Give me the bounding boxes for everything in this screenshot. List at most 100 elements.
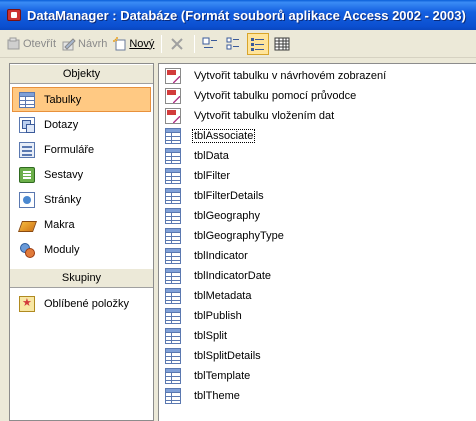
sidebar-item-label: Sestavy bbox=[44, 168, 84, 181]
table-item[interactable]: tblFilter bbox=[165, 167, 231, 185]
list-item-label: tblPublish bbox=[194, 310, 242, 322]
list-item-label: tblTemplate bbox=[194, 370, 251, 382]
open-label: Otevřít bbox=[23, 37, 57, 50]
list-item-label: tblData bbox=[194, 150, 229, 162]
object-groups-pane: Objekty Tabulky Dotazy Formuláře Sestavy… bbox=[9, 63, 154, 421]
new-button[interactable]: Nový bbox=[110, 33, 157, 55]
list-item-label: Vytvořit tabulku pomocí průvodce bbox=[194, 90, 357, 102]
list-item-label: Vytvořit tabulku vložením dat bbox=[194, 110, 335, 122]
new-label: Nový bbox=[129, 37, 155, 50]
design-icon bbox=[62, 37, 76, 51]
table-item[interactable]: tblAssociate bbox=[165, 127, 256, 145]
table-icon bbox=[165, 388, 181, 404]
table-icon bbox=[165, 348, 181, 364]
table-icon bbox=[19, 91, 35, 108]
table-icon bbox=[165, 268, 181, 284]
table-icon bbox=[165, 288, 181, 304]
sidebar-item-reports[interactable]: Sestavy bbox=[10, 162, 153, 187]
small-icons-icon bbox=[226, 37, 240, 49]
list-view-icon bbox=[251, 37, 265, 51]
details-view-button[interactable] bbox=[271, 33, 293, 55]
module-icon bbox=[19, 242, 35, 258]
sidebar-item-label: Formuláře bbox=[44, 143, 95, 156]
page-icon bbox=[19, 191, 35, 208]
sidebar-item-favorites[interactable]: Oblíbené položky bbox=[10, 291, 153, 316]
design-button[interactable]: Návrh bbox=[59, 33, 110, 55]
list-item-label: tblFilter bbox=[194, 170, 231, 182]
query-icon bbox=[19, 116, 35, 133]
delete-icon bbox=[171, 37, 184, 50]
favorites-icon bbox=[19, 295, 35, 312]
table-item[interactable]: tblGeography bbox=[165, 207, 261, 225]
sidebar-item-macros[interactable]: Makra bbox=[10, 212, 153, 237]
sidebar-item-label: Moduly bbox=[44, 243, 80, 256]
sidebar-item-queries[interactable]: Dotazy bbox=[10, 112, 153, 137]
create-table-wizard[interactable]: Vytvořit tabulku pomocí průvodce bbox=[165, 87, 357, 105]
groups-header[interactable]: Skupiny bbox=[10, 268, 153, 288]
table-icon bbox=[165, 308, 181, 324]
table-item[interactable]: tblIndicator bbox=[165, 247, 249, 265]
table-item[interactable]: tblTemplate bbox=[165, 367, 251, 385]
sidebar-item-label: Makra bbox=[44, 218, 75, 231]
list-item-label: tblIndicator bbox=[194, 250, 248, 262]
sidebar-item-label: Tabulky bbox=[44, 93, 82, 106]
list-item-label: tblMetadata bbox=[194, 290, 252, 302]
sidebar-item-label: Oblíbené položky bbox=[44, 297, 129, 310]
sidebar-item-tables[interactable]: Tabulky bbox=[12, 87, 151, 112]
small-icons-button[interactable] bbox=[223, 33, 245, 55]
table-item[interactable]: tblFilterDetails bbox=[165, 187, 265, 205]
list-item-label: tblSplitDetails bbox=[194, 350, 261, 362]
table-item[interactable]: tblData bbox=[165, 147, 230, 165]
table-icon bbox=[165, 228, 181, 244]
table-wizard-icon bbox=[165, 88, 181, 104]
table-icon bbox=[165, 248, 181, 264]
create-table-enter-data[interactable]: Vytvořit tabulku vložením dat bbox=[165, 107, 335, 125]
open-button[interactable]: Otevřít bbox=[4, 33, 59, 55]
table-item[interactable]: tblTheme bbox=[165, 387, 241, 405]
objects-header[interactable]: Objekty bbox=[10, 64, 153, 84]
table-item[interactable]: tblIndicatorDate bbox=[165, 267, 272, 285]
delete-button[interactable] bbox=[166, 33, 188, 55]
list-item-label: Vytvořit tabulku v návrhovém zobrazení bbox=[194, 70, 387, 82]
table-icon bbox=[165, 128, 181, 144]
large-icons-icon bbox=[202, 37, 218, 48]
database-toolbar: Otevřít Návrh Nový bbox=[0, 30, 476, 58]
table-icon bbox=[165, 368, 181, 384]
table-item[interactable]: tblSplit bbox=[165, 327, 228, 345]
title-bar[interactable]: DataManager : Databáze (Formát souborů a… bbox=[0, 0, 476, 30]
sidebar-item-label: Dotazy bbox=[44, 118, 79, 131]
form-icon bbox=[19, 141, 35, 158]
open-icon bbox=[7, 37, 21, 51]
table-item[interactable]: tblPublish bbox=[165, 307, 243, 325]
macro-icon bbox=[19, 217, 35, 233]
toolbar-separator bbox=[161, 34, 163, 53]
table-item[interactable]: tblSplitDetails bbox=[165, 347, 262, 365]
list-item-label: tblFilterDetails bbox=[194, 190, 264, 202]
report-icon bbox=[19, 166, 35, 183]
design-label: Návrh bbox=[78, 37, 108, 50]
window-title: DataManager : Databáze (Formát souborů a… bbox=[27, 7, 466, 23]
create-table-design-view[interactable]: Vytvořit tabulku v návrhovém zobrazení bbox=[165, 67, 387, 85]
sidebar-item-pages[interactable]: Stránky bbox=[10, 187, 153, 212]
details-view-icon bbox=[274, 37, 290, 50]
list-item-label: tblSplit bbox=[194, 330, 228, 342]
sidebar-item-label: Stránky bbox=[44, 193, 82, 206]
table-item[interactable]: tblGeographyType bbox=[165, 227, 285, 245]
list-view-button[interactable] bbox=[247, 32, 270, 55]
enter-data-icon bbox=[165, 108, 181, 124]
table-item[interactable]: tblMetadata bbox=[165, 287, 252, 305]
object-list-pane[interactable]: Vytvořit tabulku v návrhovém zobrazení V… bbox=[158, 63, 476, 421]
toolbar-separator bbox=[194, 34, 196, 53]
sidebar-item-forms[interactable]: Formuláře bbox=[10, 137, 153, 162]
list-item-label: tblAssociate bbox=[191, 129, 256, 143]
table-icon bbox=[165, 148, 181, 164]
table-icon bbox=[165, 168, 181, 184]
list-item-label: tblGeographyType bbox=[194, 230, 284, 242]
list-item-label: tblIndicatorDate bbox=[194, 270, 272, 282]
table-icon bbox=[165, 208, 181, 224]
new-icon bbox=[113, 36, 127, 51]
sidebar-item-modules[interactable]: Moduly bbox=[10, 237, 153, 262]
access-app-icon bbox=[6, 7, 22, 23]
large-icons-button[interactable] bbox=[199, 33, 221, 55]
table-icon bbox=[165, 328, 181, 344]
